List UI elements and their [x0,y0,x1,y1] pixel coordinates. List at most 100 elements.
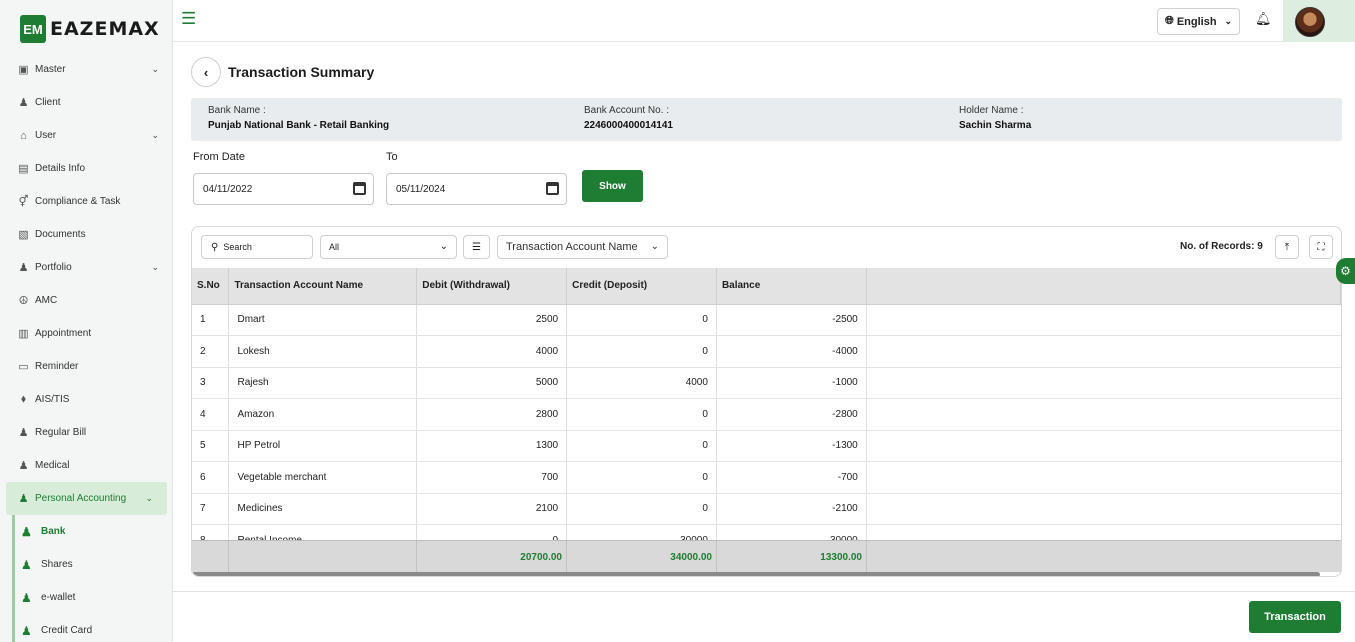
globe-icon: 🌐︎ [1165,15,1174,27]
table-cell: 5 [192,430,230,462]
settings-gear-icon[interactable]: ⚙ [1336,258,1355,284]
table-row[interactable]: 3 Rajesh 5000 4000 -1000 [192,367,1341,399]
table-cell: 1300 [416,430,568,462]
user-check-icon: ♟ [18,493,29,505]
sidebar-item-regular-bill[interactable]: ♟ Regular Bill [0,416,172,449]
filter-button[interactable]: ☰ [463,235,490,259]
sidebar-item-portfolio[interactable]: ♟ Portfolio ⌄ [0,251,172,284]
sidebar-item-amc[interactable]: ☮ AMC [0,284,172,317]
chevron-down-icon: ⌄ [650,241,659,252]
table-row[interactable]: 2 Lokesh 4000 0 -4000 [192,335,1341,368]
submenu-item-bank[interactable]: ♟ Bank [15,515,172,548]
submenu-item-label: Shares [41,559,73,570]
column-header[interactable]: Transaction Account Name [228,268,418,305]
table-row[interactable]: 1 Dmart 2500 0 -2500 [192,304,1341,336]
to-date-input[interactable]: 05/11/2024 [386,173,567,205]
sidebar-item-medical[interactable]: ♟ Medical [0,449,172,482]
totals-row: 20700.00 34000.00 13300.00 [192,540,1341,573]
sidebar-item-reminder[interactable]: ▭ Reminder [0,350,172,383]
user-check-icon: ♟ [18,460,29,472]
table-row[interactable]: 6 Vegetable merchant 700 0 -700 [192,461,1341,494]
table-cell-filler [866,367,1341,399]
top-bar: ☰ 🌐︎ English ⌄ 🔔︎ [173,0,1355,42]
table-cell: 1 [192,304,230,336]
column-header[interactable]: Debit (Withdrawal) [416,268,568,305]
sidebar-item-compliance-task[interactable]: ⚥ Compliance & Task [0,185,172,218]
details-icon: ▤ [18,163,29,175]
bell-icon[interactable]: 🔔︎ [1255,11,1272,27]
table-cell: Amazon [228,398,418,431]
page-title: Transaction Summary [228,64,375,80]
sidebar-item-appointment[interactable]: ▥ Appointment [0,317,172,350]
transactions-table: S.No Transaction Account Name Debit (Withd… [192,268,1341,557]
table-cell: -2800 [716,398,867,431]
table-cell: 3 [192,367,230,399]
sidebar-item-client[interactable]: ♟ Client [0,86,172,119]
table-cell: 0 [566,493,717,525]
user-check-icon: ♟ [18,427,29,439]
sidebar-item-master[interactable]: ▣ Master ⌄ [0,53,172,86]
column-header[interactable]: S.No [192,268,230,305]
submenu-item-credit-card[interactable]: ♟ Credit Card [15,614,172,642]
table-cell: 4000 [416,335,568,368]
logo[interactable]: EM EAZEMAX [20,14,160,44]
fullscreen-button[interactable]: ⛶ [1309,235,1333,259]
filter-select[interactable]: All ⌄ [320,235,457,259]
language-selector[interactable]: 🌐︎ English ⌄ [1157,8,1240,35]
search-input[interactable]: ⚲ Search [201,235,313,259]
avatar[interactable] [1295,7,1325,37]
holder-name-value: Sachin Sharma [959,120,1032,131]
chevron-down-icon: ⌄ [151,64,159,74]
column-select[interactable]: Transaction Account Name ⌄ [497,235,668,259]
show-button[interactable]: Show [582,170,643,202]
reminder-icon: ▭ [18,361,29,373]
bank-info-bar: Bank Name : Punjab National Bank - Retai… [191,98,1342,141]
back-button[interactable]: ‹ [191,57,221,87]
bank-name-label: Bank Name : [208,105,266,116]
column-header[interactable]: Balance [716,268,867,305]
table-cell-filler [866,430,1341,462]
from-date-input[interactable]: 04/11/2022 [193,173,374,205]
table-cell: 4000 [566,367,717,399]
calendar-icon[interactable] [546,182,559,195]
column-header-filler [866,268,1341,305]
sidebar-item-documents[interactable]: ▧ Documents [0,218,172,251]
holder-name-field: Holder Name : Sachin Sharma [959,105,1031,131]
table-cell: -2500 [716,304,867,336]
profile-area[interactable] [1283,0,1355,42]
chevron-left-icon: ‹ [203,64,209,80]
transactions-grid: ⚲ Search All ⌄ ☰ Transaction Account Nam… [191,226,1342,577]
filter-select-value: All [329,242,340,252]
calendar-icon[interactable] [353,182,366,195]
holder-name-label: Holder Name : [959,105,1024,116]
horizontal-scrollbar[interactable] [192,572,1320,576]
sidebar-item-details-info[interactable]: ▤ Details Info [0,152,172,185]
table-cell: 0 [566,335,717,368]
table-cell: 4 [192,398,230,431]
table-cell: 2 [192,335,230,368]
tag-icon: ⬧ [21,393,26,405]
sidebar-item-user[interactable]: ⌂ User ⌄ [0,119,172,152]
export-button[interactable]: ⤒ [1275,235,1299,259]
fullscreen-icon: ⛶ [1317,241,1325,253]
account-no-field: Bank Account No. : 2246000400014141 [584,105,673,131]
transaction-button[interactable]: Transaction [1249,601,1341,633]
sidebar-item-ais-tis[interactable]: ⬧ AIS/TIS [0,383,172,416]
chevron-down-icon: ⌄ [1224,16,1233,26]
table-cell: -2100 [716,493,867,525]
table-cell: -700 [716,461,867,494]
hamburger-menu-icon[interactable]: ☰ [181,10,197,27]
chevron-down-icon: ⌄ [151,130,159,140]
submenu-item-shares[interactable]: ♟ Shares [15,548,172,581]
column-header[interactable]: Credit (Deposit) [566,268,717,305]
table-row[interactable]: 5 HP Petrol 1300 0 -1300 [192,430,1341,462]
table-cell: 0 [566,304,717,336]
table-cell: 0 [566,430,717,462]
sidebar: EM EAZEMAX ▣ Master ⌄ ♟ Client ⌂ User ⌄ ▤ Details… [0,0,173,642]
language-label: English [1176,15,1217,28]
submenu-item-e-wallet[interactable]: ♟ e-wallet [15,581,172,614]
table-row[interactable]: 7 Medicines 2100 0 -2100 [192,493,1341,525]
sidebar-item-personal-accounting[interactable]: ♟ Personal Accounting ⌄ [6,482,167,515]
table-row[interactable]: 4 Amazon 2800 0 -2800 [192,398,1341,431]
table-cell: 2800 [416,398,568,431]
